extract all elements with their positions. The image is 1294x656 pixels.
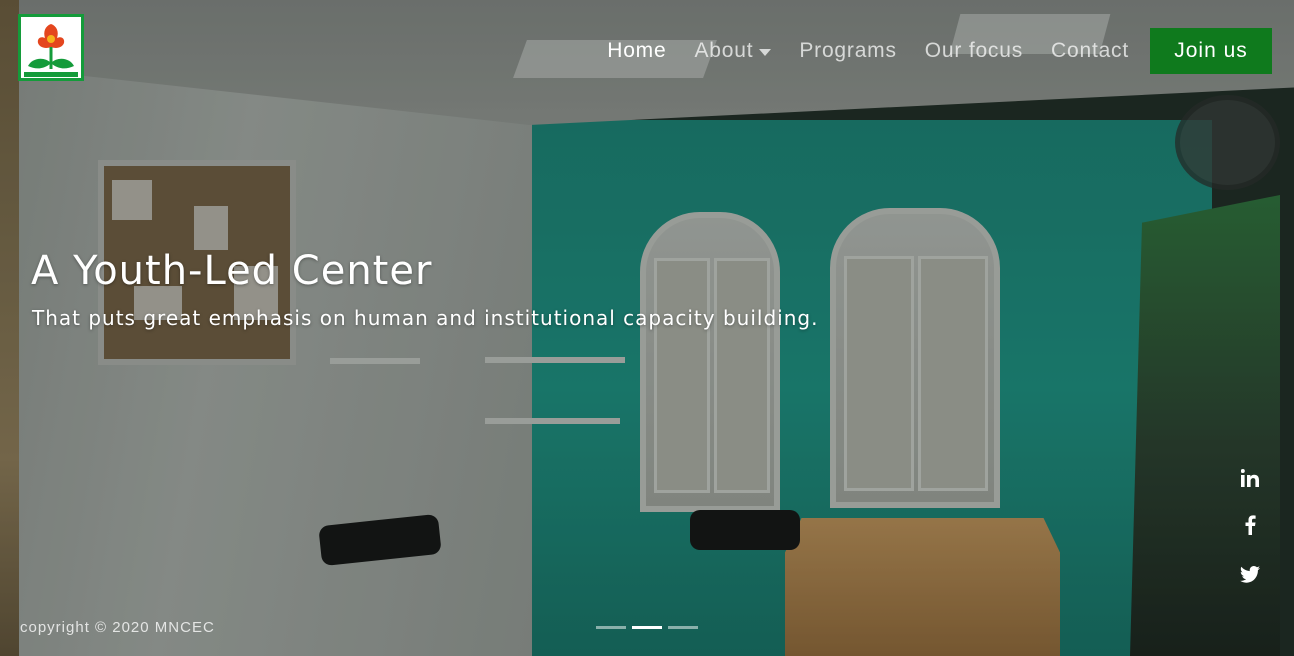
nav-contact-label: Contact: [1051, 39, 1129, 62]
join-us-button[interactable]: Join us: [1150, 28, 1272, 74]
join-us-label: Join us: [1174, 39, 1248, 62]
chevron-down-icon: [759, 48, 772, 56]
main-nav: Home About Programs Our focus Contact Jo…: [607, 28, 1272, 74]
nav-programs-label: Programs: [799, 39, 897, 62]
nav-home[interactable]: Home: [607, 39, 666, 63]
nav-contact[interactable]: Contact: [1051, 39, 1129, 63]
carousel-indicators: [596, 626, 704, 629]
nav-about[interactable]: About: [694, 39, 772, 63]
hero-title: A Youth-Led Center: [31, 248, 433, 294]
nav-home-label: Home: [607, 39, 667, 62]
hero-subtitle: That puts great emphasis on human and in…: [32, 306, 819, 330]
nav-our-focus[interactable]: Our focus: [925, 39, 1023, 63]
twitter-icon[interactable]: [1240, 563, 1260, 585]
nav-about-label: About: [694, 39, 754, 62]
carousel-indicator-2[interactable]: [632, 626, 662, 629]
nav-programs[interactable]: Programs: [799, 39, 896, 63]
carousel-indicator-1[interactable]: [596, 626, 626, 629]
site-logo[interactable]: [18, 14, 84, 81]
copyright-text: copyright © 2020 MNCEC: [20, 619, 215, 636]
carousel-indicator-3[interactable]: [668, 626, 698, 629]
linkedin-icon[interactable]: [1240, 467, 1260, 489]
facebook-icon[interactable]: [1240, 514, 1260, 536]
nav-our-focus-label: Our focus: [924, 39, 1024, 62]
